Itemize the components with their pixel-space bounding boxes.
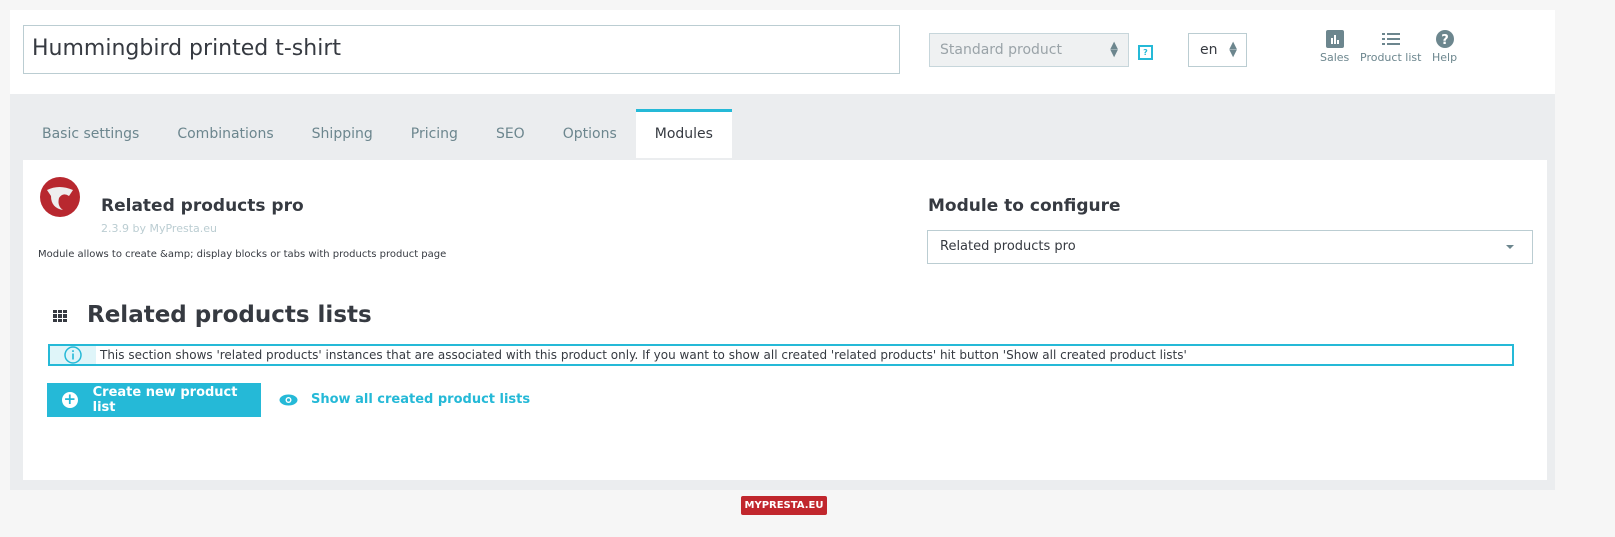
language-value: en [1200, 42, 1218, 58]
tab-seo[interactable]: SEO [477, 109, 544, 158]
module-configure-label: Module to configure [928, 196, 1121, 216]
module-logo [40, 177, 80, 217]
plus-circle-icon: + [62, 390, 78, 408]
product-list-link[interactable]: Product list [1360, 30, 1421, 64]
product-type-select[interactable]: Standard product ▲ ▼ [929, 33, 1129, 67]
language-select[interactable]: en ▲ ▼ [1188, 33, 1247, 67]
show-all-label: Show all created product lists [311, 392, 531, 407]
sales-label: Sales [1320, 51, 1350, 64]
sort-arrows-icon: ▲ ▼ [1110, 40, 1118, 59]
mypresta-logo: MYPRESTA.EU [741, 496, 827, 515]
chevron-down-icon [1506, 245, 1514, 253]
module-configure-select[interactable]: Related products pro [927, 230, 1533, 264]
module-description: Module allows to create &amp; display bl… [38, 249, 447, 260]
tab-bar: Basic settings Combinations Shipping Pri… [23, 109, 732, 158]
create-product-list-button[interactable]: + Create new product list [47, 383, 261, 417]
tab-options[interactable]: Options [544, 109, 636, 158]
product-name-input[interactable]: Hummingbird printed t-shirt [23, 25, 900, 74]
product-type-value: Standard product [940, 42, 1062, 58]
tab-shipping[interactable]: Shipping [293, 109, 392, 158]
help-icon: ? [1435, 30, 1454, 48]
tab-basic-settings[interactable]: Basic settings [23, 109, 158, 158]
tab-pricing[interactable]: Pricing [392, 109, 477, 158]
sort-arrows-icon: ▲ ▼ [1229, 40, 1237, 59]
grid-icon [53, 310, 67, 323]
help-link[interactable]: ? Help [1432, 30, 1457, 64]
module-version: 2.3.9 by MyPresta.eu [101, 222, 217, 235]
help-icon[interactable]: ? [1138, 45, 1153, 60]
modules-panel: Related products pro 2.3.9 by MyPresta.e… [23, 160, 1547, 480]
help-label: Help [1432, 51, 1458, 64]
product-list-label: Product list [1360, 51, 1422, 64]
product-form: Basic settings Combinations Shipping Pri… [10, 94, 1555, 490]
show-all-lists-link[interactable]: Show all created product lists [279, 392, 530, 407]
tab-modules[interactable]: Modules [635, 109, 732, 158]
info-text: This section shows 'related products' in… [100, 348, 1187, 362]
module-title: Related products pro [101, 196, 304, 216]
svg-text:?: ? [1441, 33, 1449, 48]
info-alert: This section shows 'related products' in… [48, 344, 1514, 366]
eye-icon [279, 394, 298, 405]
sales-link[interactable]: Sales [1320, 30, 1349, 64]
section-title: Related products lists [87, 302, 372, 328]
create-button-label: Create new product list [92, 385, 238, 415]
module-configure-value: Related products pro [940, 239, 1076, 254]
info-icon [64, 346, 82, 364]
list-icon [1381, 33, 1400, 45]
bar-chart-icon [1325, 30, 1344, 48]
header: Hummingbird printed t-shirt Standard pro… [10, 10, 1555, 94]
tab-combinations[interactable]: Combinations [158, 109, 292, 158]
